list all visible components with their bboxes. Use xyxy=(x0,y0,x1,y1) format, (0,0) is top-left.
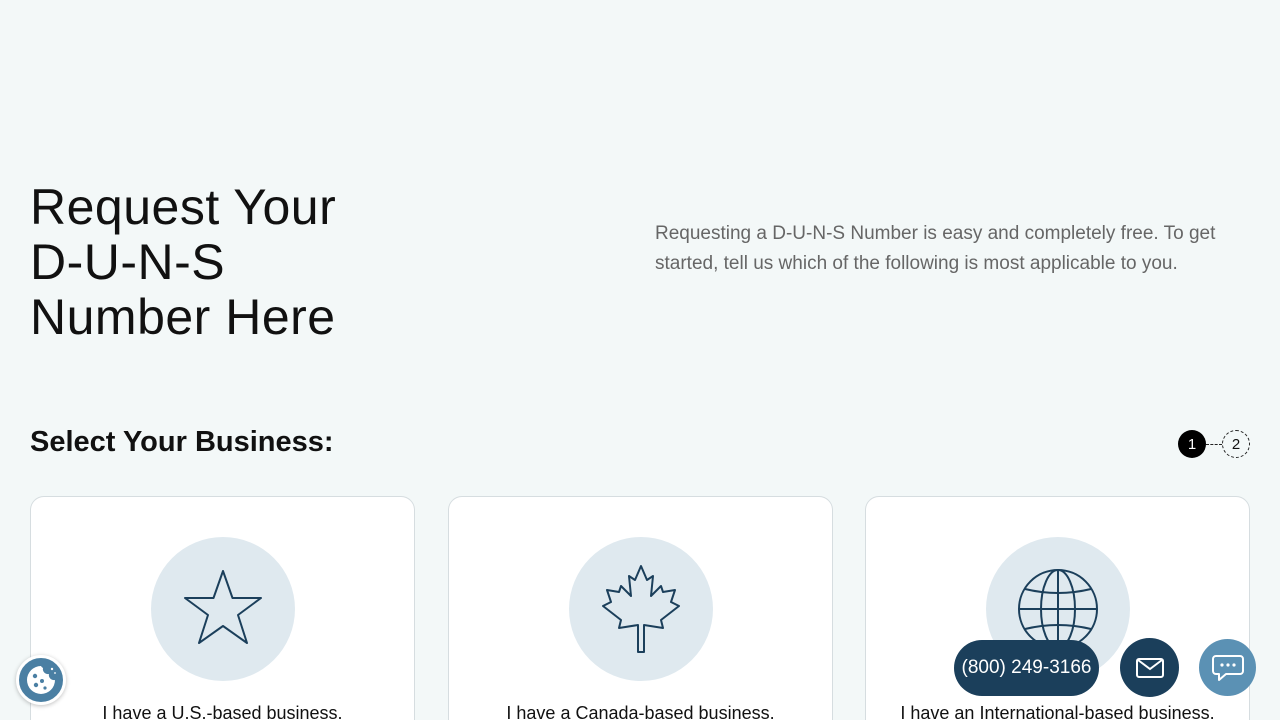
star-icon xyxy=(184,570,262,644)
cookie-settings-button[interactable] xyxy=(16,655,66,705)
stepper: 1 2 xyxy=(1178,430,1250,458)
cookie-icon xyxy=(27,666,56,694)
maple-leaf-icon xyxy=(602,565,680,653)
canada-business-card[interactable]: I have a Canada-based business. xyxy=(448,496,833,720)
page-title-line: Request Your xyxy=(30,179,337,235)
card-icon-bg xyxy=(569,537,713,681)
page-title-line: Number Here xyxy=(30,289,336,345)
email-button[interactable] xyxy=(1120,638,1179,697)
us-business-card[interactable]: I have a U.S.-based business. xyxy=(30,496,415,720)
card-label: I have a Canada-based business. xyxy=(506,703,775,720)
phone-button[interactable]: (800) 249-3166 xyxy=(954,640,1099,696)
page-title-line: D-U-N-S xyxy=(30,234,226,290)
intro-description: Requesting a D-U-N-S Number is easy and … xyxy=(655,223,1216,274)
chat-button[interactable] xyxy=(1199,639,1256,696)
card-label: I have a U.S.-based business. xyxy=(102,703,343,720)
card-icon-bg xyxy=(151,537,295,681)
step-connector xyxy=(1206,443,1222,445)
mail-icon xyxy=(1135,657,1164,678)
chat-icon xyxy=(1211,654,1244,681)
card-label: I have an International-based business. xyxy=(900,703,1215,720)
page-title: Request Your D-U-N-S Number Here xyxy=(30,180,430,345)
section-title: Select Your Business: xyxy=(30,426,334,458)
step-2: 2 xyxy=(1222,430,1250,458)
globe-icon xyxy=(1018,569,1098,649)
step-1: 1 xyxy=(1178,430,1206,458)
